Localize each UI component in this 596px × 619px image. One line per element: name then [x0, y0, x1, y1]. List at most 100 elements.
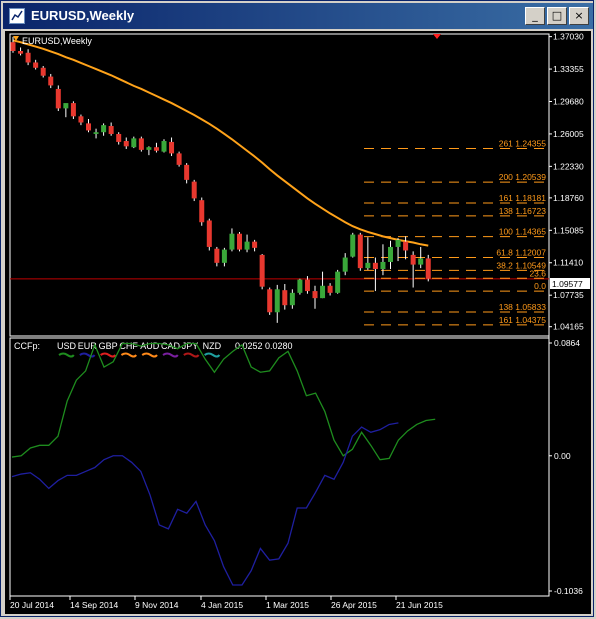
candle-body [418, 258, 424, 265]
price-scale-label: 1.04165 [553, 322, 584, 332]
maximize-button[interactable]: □ [547, 7, 567, 25]
candle-body [252, 241, 258, 248]
fib-level-label: 161 1.18181 [499, 193, 547, 203]
candle-body [10, 42, 16, 52]
candle [388, 240, 393, 270]
candle-body [388, 246, 393, 262]
candle-body [312, 291, 318, 299]
candle-body [342, 257, 348, 272]
candle-body [237, 233, 242, 250]
ccfp-scale: 0.0864 0.00 -0.1036 [549, 338, 583, 596]
candle-body [221, 249, 227, 263]
candle [282, 284, 288, 310]
candle-body [138, 138, 144, 150]
candle [221, 247, 227, 267]
candle-body [274, 289, 280, 313]
candle-body [289, 292, 295, 306]
time-axis-label: 9 Nov 2014 [135, 600, 179, 610]
candle-body [365, 262, 371, 269]
candle [365, 237, 371, 270]
candle [259, 254, 265, 290]
ccfp-legend-label: GBP [99, 341, 118, 351]
price-chart-label: EURUSD,Weekly [22, 36, 92, 46]
candle-body [380, 261, 386, 270]
candle [146, 146, 152, 156]
candle [425, 254, 431, 282]
chart-window-icon[interactable] [9, 8, 25, 24]
candle [138, 136, 144, 152]
title-bar[interactable]: EURUSD,Weekly _ □ × [3, 3, 593, 29]
minimize-button[interactable]: _ [525, 7, 545, 25]
close-button[interactable]: × [569, 7, 589, 25]
price-scale-label: 1.26005 [553, 129, 584, 139]
candle [108, 122, 114, 136]
candle-body [153, 147, 159, 151]
price-alert-marker-icon [433, 34, 441, 39]
candle [101, 123, 107, 136]
candle [274, 284, 280, 323]
ccfp-legend-label: JPY [182, 341, 199, 351]
candle-body [33, 62, 39, 68]
minimize-icon: _ [532, 9, 538, 22]
ccfp-scale-label: 0.0864 [554, 338, 580, 348]
ccfp-legend-swatch [183, 352, 200, 358]
candle [10, 36, 16, 53]
price-scale-label: 1.22330 [553, 161, 584, 171]
current-price: 1.09577 [552, 279, 583, 289]
price-scale-label: 1.15085 [553, 225, 584, 235]
chart-canvas[interactable]: 261 1.24355 200 1.20539 161 1.18181 138 1.1… [5, 31, 591, 614]
chart-area[interactable]: 261 1.24355 200 1.20539 161 1.18181 138 1.1… [5, 31, 591, 614]
candle [350, 232, 356, 258]
price-scale-label: 1.33355 [553, 64, 584, 74]
candle [403, 236, 409, 260]
candle-body [229, 233, 235, 250]
time-axis-label: 21 Jun 2015 [396, 600, 443, 610]
candle-body [244, 241, 250, 250]
fib-level-label: 100 1.14365 [499, 227, 547, 237]
candle [320, 271, 326, 299]
candle-body [86, 123, 91, 131]
candle [191, 179, 197, 202]
candle [229, 228, 235, 252]
price-scale-label: 1.18760 [553, 193, 584, 203]
fib-level-label: 261 1.24355 [499, 138, 547, 148]
candle-body [410, 254, 416, 265]
candle [184, 163, 190, 184]
ccfp-scale-label: -0.1036 [554, 586, 583, 596]
time-axis: 20 Jul 2014 14 Sep 2014 9 Nov 2014 4 Jan 20… [9, 596, 443, 610]
candle [252, 239, 258, 252]
candle-body [214, 248, 220, 263]
close-icon: × [574, 9, 584, 22]
candle [357, 232, 363, 271]
ccfp-legend-label: CHF [119, 341, 138, 351]
moving-average-layer [12, 39, 429, 247]
candle-body [259, 254, 265, 287]
candle-body [425, 258, 431, 279]
candle [199, 197, 205, 226]
ccfp-legend-swatch [58, 352, 75, 358]
candles-layer [10, 36, 431, 323]
candle-body [206, 220, 212, 247]
candle-body [161, 141, 167, 152]
candle-body [350, 234, 356, 257]
price-scale-label: 1.37030 [553, 32, 584, 42]
candle [93, 128, 99, 139]
candle-body [176, 153, 182, 165]
candle-body [191, 181, 197, 199]
candle [267, 287, 273, 315]
candle-body [146, 147, 152, 150]
candle-body [40, 67, 46, 76]
candle-body [131, 138, 137, 148]
candle-body [403, 241, 409, 251]
fib-level-label: 23.6 [529, 268, 546, 278]
ccfp-legend-swatch [141, 352, 158, 358]
ccfp-legend-swatch [79, 352, 96, 358]
candle-body [48, 76, 54, 86]
candle-body [25, 52, 31, 63]
candle [48, 73, 54, 89]
candle-body [282, 290, 288, 306]
moving-average-line [12, 39, 429, 247]
candle [25, 49, 31, 66]
ccfp-header: CCFp: [14, 341, 40, 351]
candle [161, 139, 167, 153]
